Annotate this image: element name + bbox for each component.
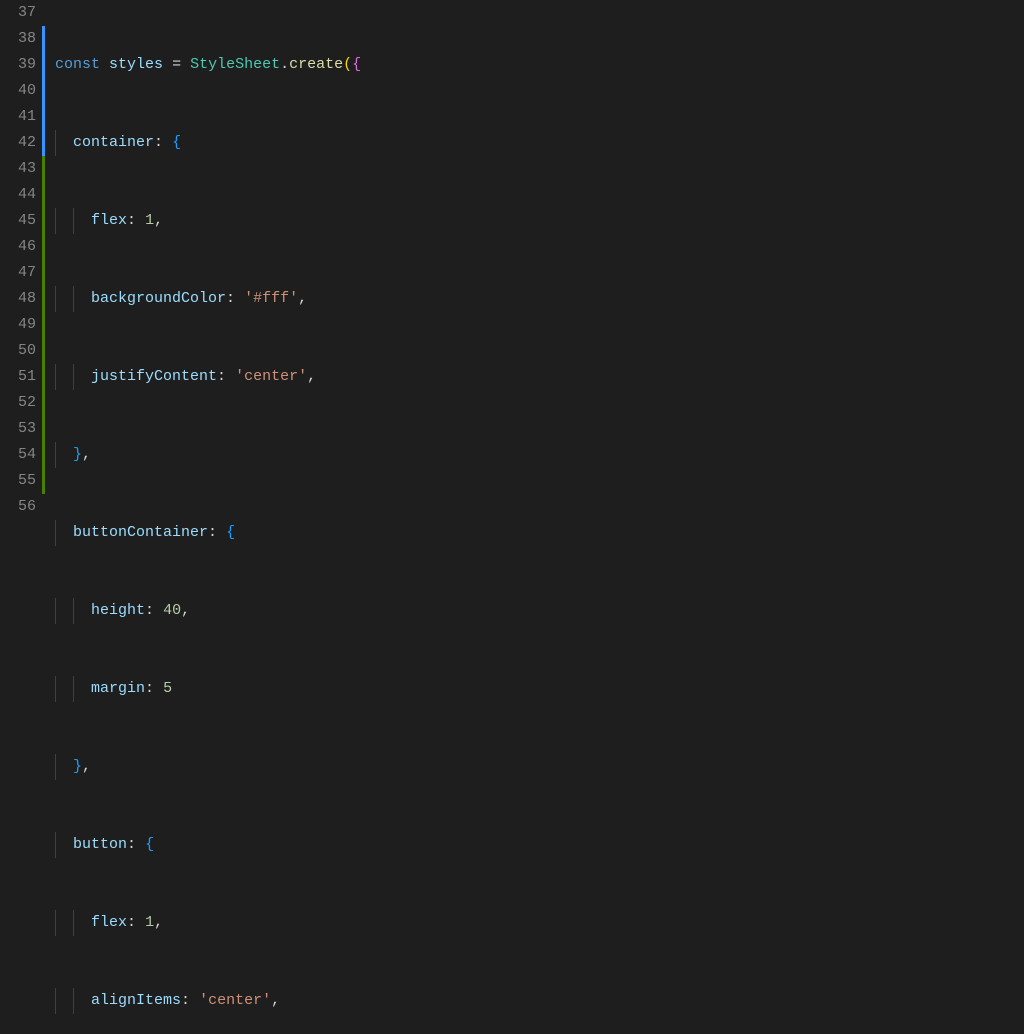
code-line[interactable]: justifyContent: 'center', (55, 364, 1024, 390)
line-number: 44 (0, 182, 36, 208)
line-number: 37 (0, 0, 36, 26)
line-number: 53 (0, 416, 36, 442)
code-line[interactable]: flex: 1, (55, 208, 1024, 234)
property: buttonContainer (73, 524, 208, 541)
keyword: const (55, 56, 100, 73)
property: margin (91, 680, 145, 697)
line-number: 39 (0, 52, 36, 78)
number: 1 (145, 914, 154, 931)
string: 'center' (199, 992, 271, 1009)
code-line[interactable]: }, (55, 442, 1024, 468)
code-line[interactable]: const styles = StyleSheet.create({ (55, 52, 1024, 78)
line-number: 54 (0, 442, 36, 468)
code-line[interactable]: buttonContainer: { (55, 520, 1024, 546)
line-number: 38 (0, 26, 36, 52)
line-number: 46 (0, 234, 36, 260)
code-line[interactable]: }, (55, 754, 1024, 780)
line-number: 42 (0, 130, 36, 156)
code-line[interactable]: height: 40, (55, 598, 1024, 624)
code-editor[interactable]: 37 38 39 40 41 42 43 44 45 46 47 48 49 5… (0, 0, 1024, 517)
line-number: 48 (0, 286, 36, 312)
line-number: 52 (0, 390, 36, 416)
line-number: 50 (0, 338, 36, 364)
property: flex (91, 212, 127, 229)
function-name: create (289, 56, 343, 73)
property: backgroundColor (91, 290, 226, 307)
line-number: 55 (0, 468, 36, 494)
line-number: 45 (0, 208, 36, 234)
line-number: 43 (0, 156, 36, 182)
line-number: 47 (0, 260, 36, 286)
number: 5 (163, 680, 172, 697)
property: container (73, 134, 154, 151)
line-number: 49 (0, 312, 36, 338)
string: 'center' (235, 368, 307, 385)
code-line[interactable]: flex: 1, (55, 910, 1024, 936)
class-name: StyleSheet (190, 56, 280, 73)
property: alignItems (91, 992, 181, 1009)
line-gutter: 37 38 39 40 41 42 43 44 45 46 47 48 49 5… (0, 0, 42, 517)
property: button (73, 836, 127, 853)
property: height (91, 602, 145, 619)
line-number: 51 (0, 364, 36, 390)
number: 1 (145, 212, 154, 229)
property: justifyContent (91, 368, 217, 385)
line-number: 40 (0, 78, 36, 104)
number: 40 (163, 602, 181, 619)
line-number: 56 (0, 494, 36, 520)
code-line[interactable]: container: { (55, 130, 1024, 156)
code-line[interactable]: backgroundColor: '#fff', (55, 286, 1024, 312)
identifier: styles (109, 56, 163, 73)
code-line[interactable]: margin: 5 (55, 676, 1024, 702)
code-area[interactable]: const styles = StyleSheet.create({ conta… (45, 0, 1024, 517)
string: '#fff' (244, 290, 298, 307)
line-number: 41 (0, 104, 36, 130)
code-line[interactable]: button: { (55, 832, 1024, 858)
code-line[interactable]: alignItems: 'center', (55, 988, 1024, 1014)
property: flex (91, 914, 127, 931)
